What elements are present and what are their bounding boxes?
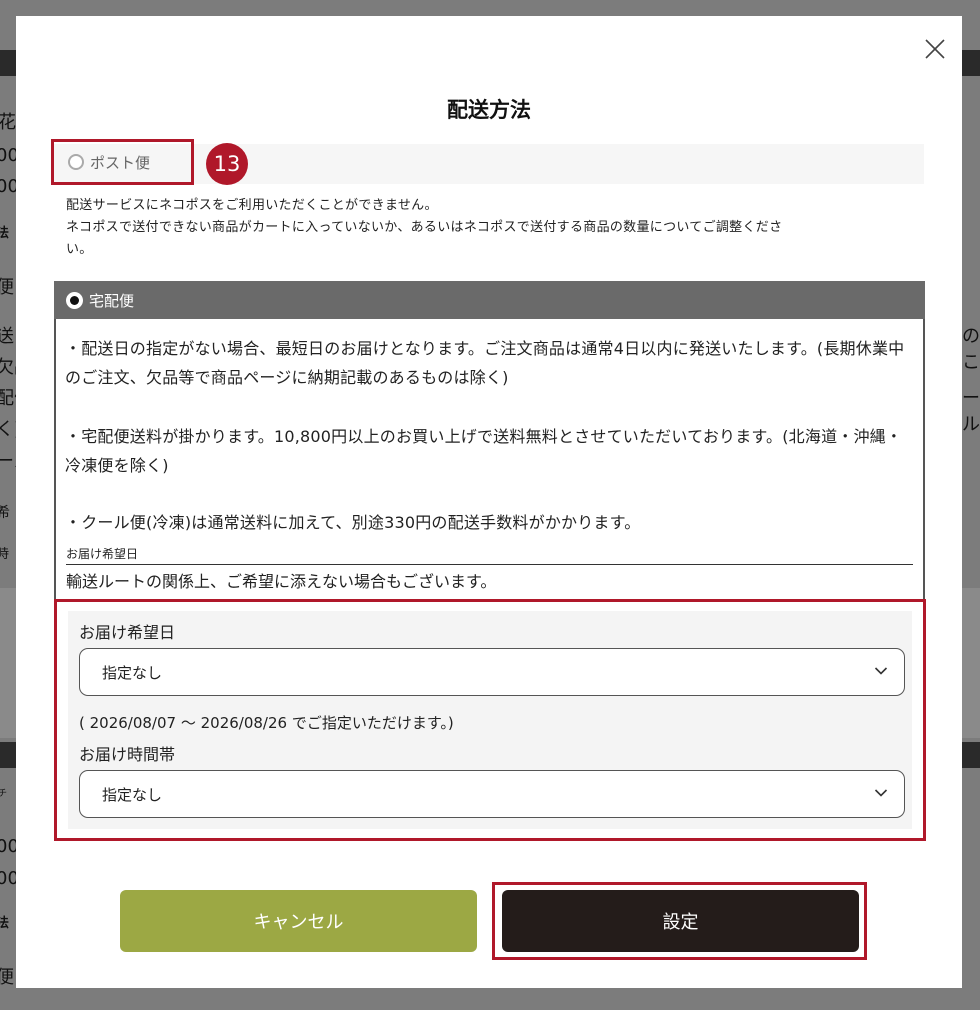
background-text: 法 <box>0 226 10 241</box>
background-text: 法 <box>0 916 10 931</box>
route-note: 輸送ルートの関係上、ご希望に添えない場合もございます。 <box>66 572 497 591</box>
delivery-time-label: お届け時間帯 <box>79 745 176 764</box>
delivery-time-select[interactable]: 指定なし <box>79 770 905 818</box>
background-text: 便 <box>0 277 14 298</box>
takuhai-option-label: 宅配便 <box>89 291 135 310</box>
background-panel <box>0 588 16 738</box>
radio-unchecked-icon <box>68 154 84 170</box>
post-option-radio[interactable]: ポスト便 <box>51 139 194 185</box>
close-button[interactable] <box>922 36 948 62</box>
modal-title: 配送方法 <box>447 98 531 122</box>
delivery-datetime-section: お届け希望日 指定なし ( 2026/08/07 〜 2026/08/26 でご… <box>54 599 926 841</box>
delivery-date-value: 指定なし <box>102 663 163 682</box>
delivery-datetime-panel: お届け希望日 指定なし ( 2026/08/07 〜 2026/08/26 でご… <box>68 611 912 829</box>
shipping-method-modal: 配送方法 ポスト便 13 配送サービスにネコポスをご利用いただくことができません… <box>16 16 962 988</box>
background-section-bar <box>962 742 980 768</box>
background-text: チ <box>0 789 8 799</box>
chevron-down-icon <box>874 667 888 675</box>
takuhai-option-radio[interactable]: 宅配便 <box>54 281 925 319</box>
close-icon <box>925 39 945 59</box>
background-text: 時 <box>0 547 10 562</box>
post-note-line: い。 <box>66 242 93 257</box>
set-button[interactable]: 設定 <box>502 890 859 952</box>
post-option-label: ポスト便 <box>90 153 151 172</box>
delivery-date-range-note: ( 2026/08/07 〜 2026/08/26 でご指定いただけます。) <box>79 714 454 732</box>
takuhai-note-paragraph: ・クール便(冷凍)は通常送料に加えて、別途330円の配送手数料がかかります。 <box>65 513 641 532</box>
takuhai-note-paragraph: ・宅配便送料が掛かります。10,800円以上のお買い上げで送料無料とさせていただ… <box>65 427 903 475</box>
background-text: 希 <box>0 505 10 521</box>
delivery-time-value: 指定なし <box>102 785 163 804</box>
post-note-line: 配送サービスにネコポスをご利用いただくことができません。 <box>66 198 438 213</box>
delivery-date-select[interactable]: 指定なし <box>79 648 905 696</box>
chevron-down-icon <box>874 789 888 797</box>
background-header-bar <box>0 50 16 76</box>
step-number-badge: 13 <box>206 143 248 185</box>
delivery-date-label: お届け希望日 <box>79 623 176 642</box>
post-option-note: 配送サービスにネコポスをご利用いただくことができません。 ネコポスで送付できない… <box>66 195 924 261</box>
takuhai-note-paragraph: ・配送日の指定がない場合、最短日のお届けとなります。ご注文商品は通常4日以内に発… <box>65 339 905 387</box>
background-text: のこ <box>962 326 980 373</box>
background-text: ール <box>962 388 980 435</box>
background-text: 便 <box>0 967 14 988</box>
background-text: 花 <box>0 112 16 133</box>
background-section-bar <box>0 742 16 768</box>
background-panel <box>962 588 980 738</box>
background-header-bar <box>962 50 980 76</box>
cancel-button[interactable]: キャンセル <box>120 890 477 952</box>
delivery-date-subheading: お届け希望日 <box>66 546 913 565</box>
radio-checked-icon <box>66 291 83 309</box>
post-note-line: ネコポスで送付できない商品がカートに入っていないか、あるいはネコポスで送付する商… <box>66 220 783 235</box>
